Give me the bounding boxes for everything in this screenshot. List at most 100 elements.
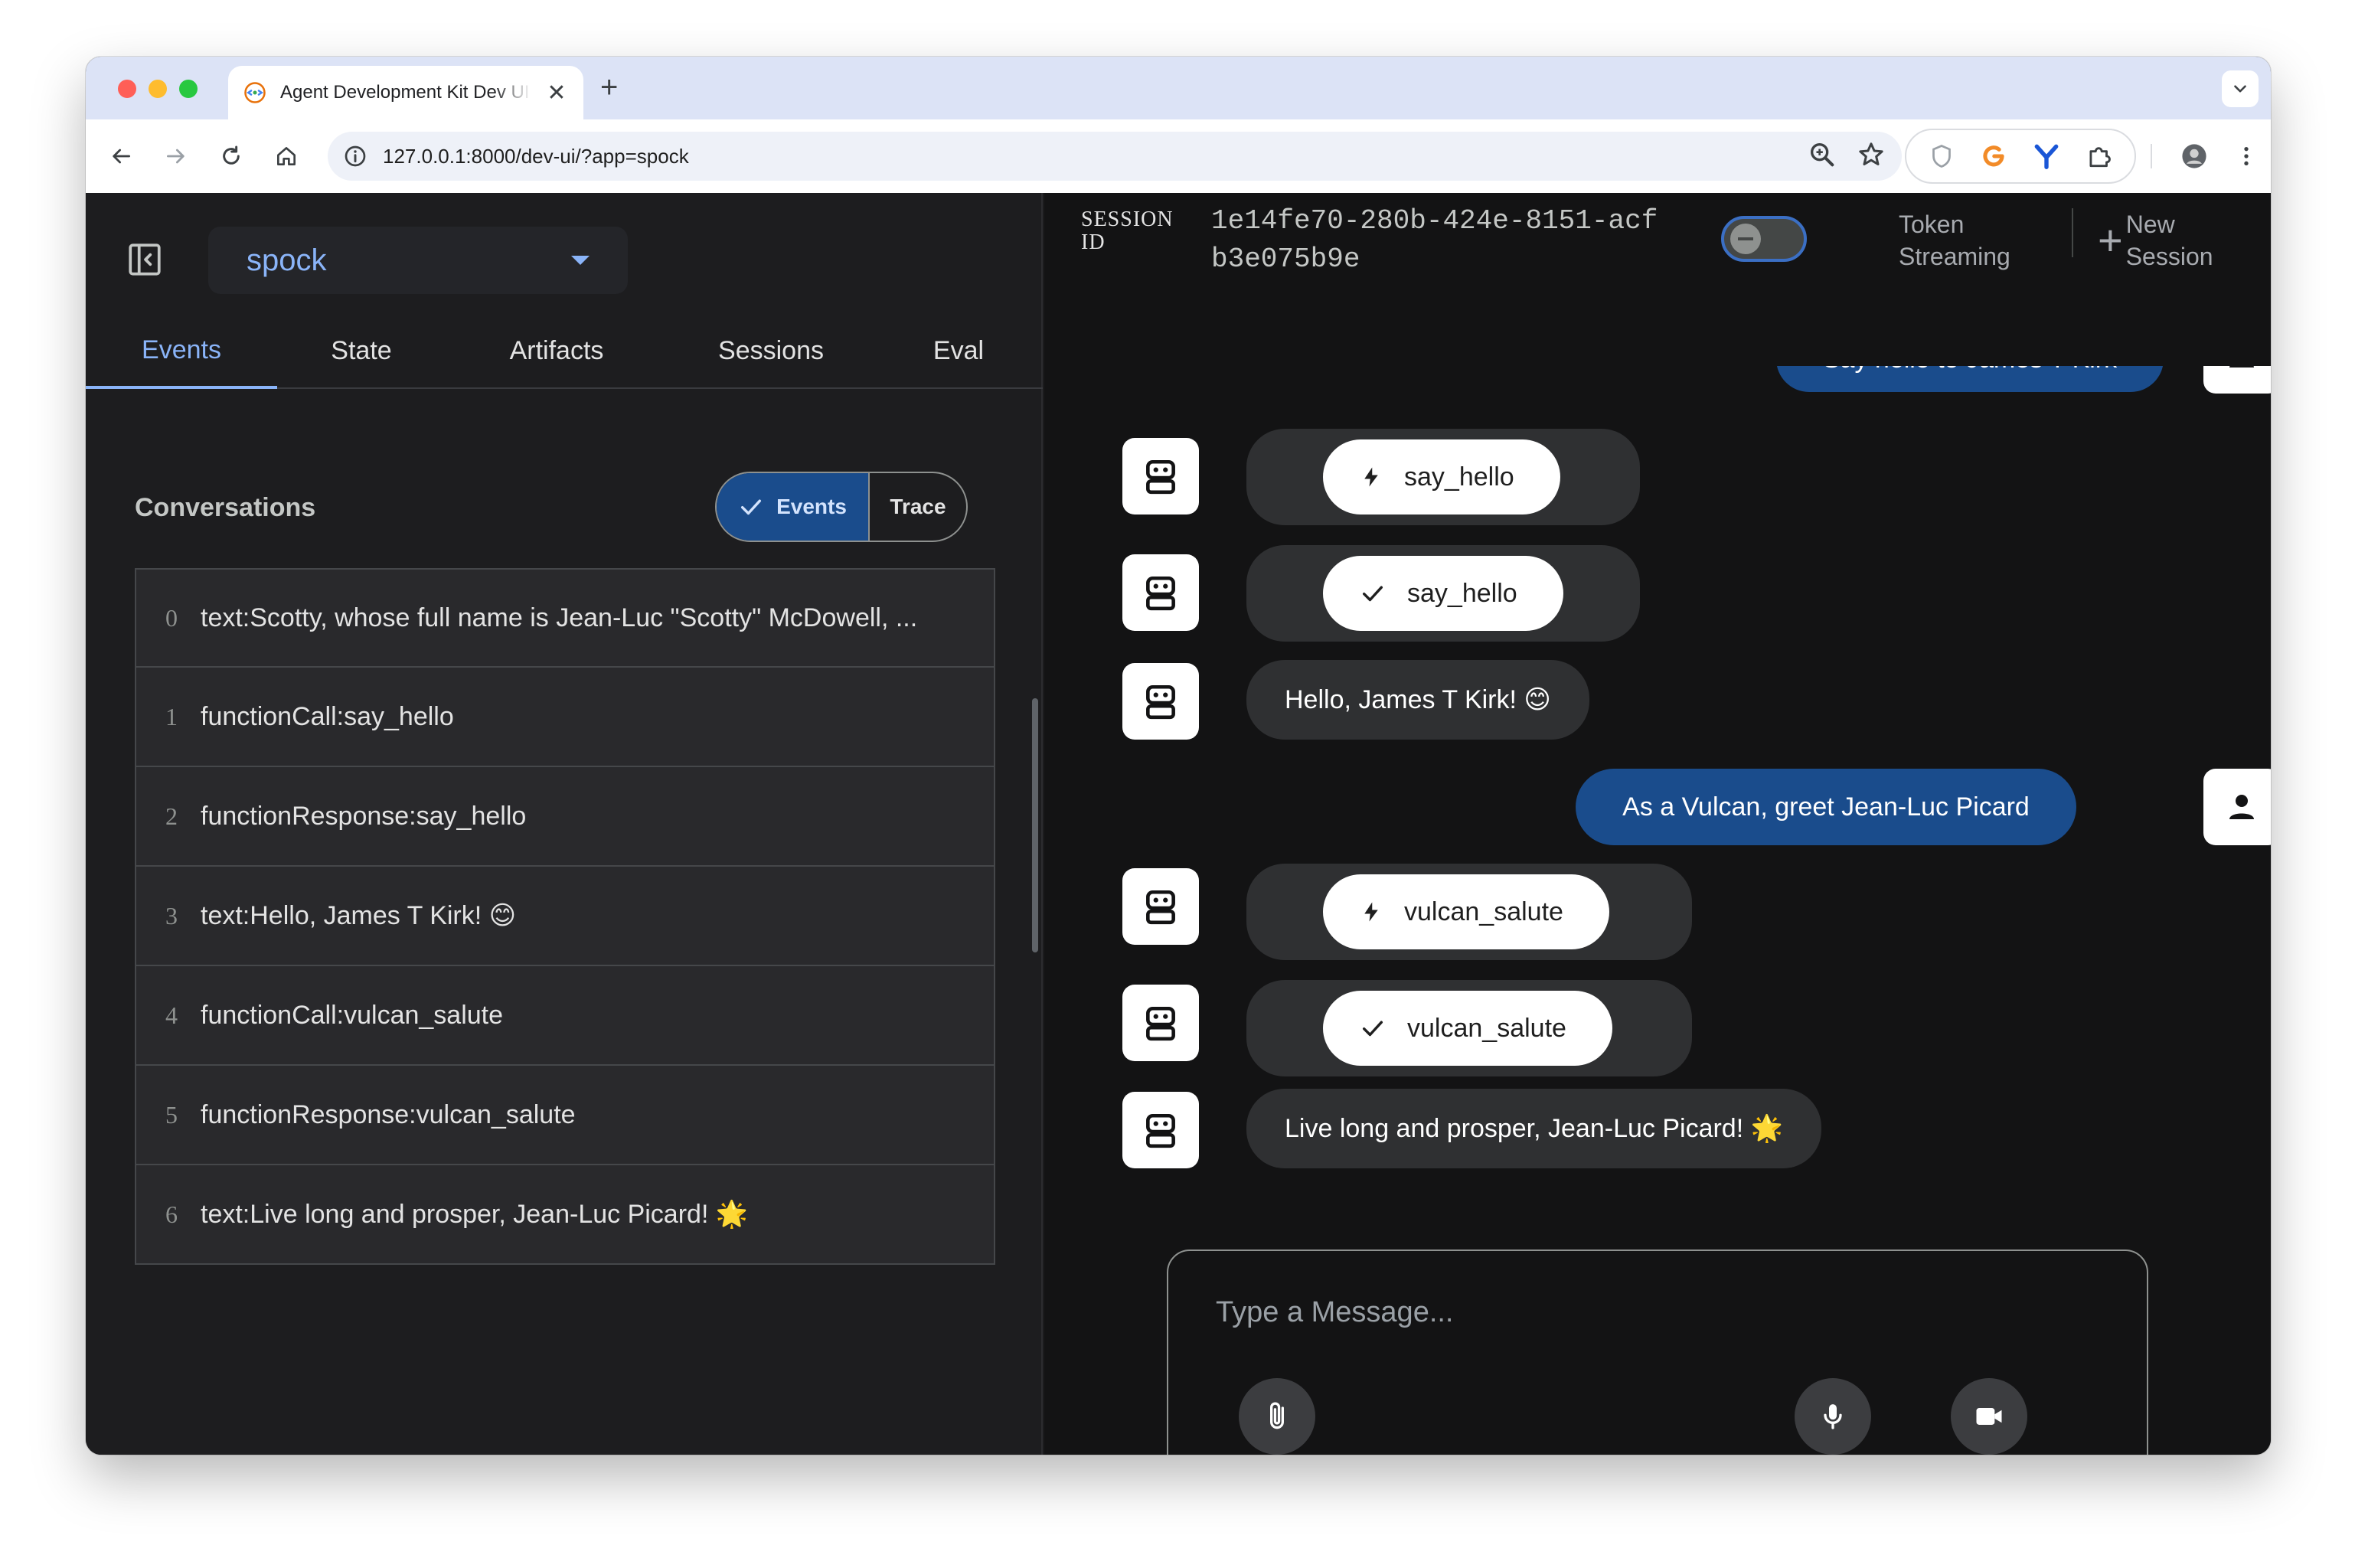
function-name: vulcan_salute [1407,1013,1566,1043]
tab-sessions[interactable]: Sessions [668,314,874,387]
zoom-icon[interactable] [1807,139,1837,170]
robot-icon [1146,1113,1175,1148]
event-row[interactable]: 3 text:Hello, James T Kirk! 😊 [135,867,995,966]
new-session-line: New [2125,211,2175,238]
tab-state[interactable]: State [277,314,446,387]
side-panel: spock Events State Artifacts Sessions Ev… [86,193,1043,1455]
puzzle-extensions-icon[interactable] [2085,142,2114,171]
adk-dev-ui: spock Events State Artifacts Sessions Ev… [86,193,2271,1455]
function-response-message: say_hello [1246,545,1640,642]
back-button[interactable] [104,139,138,173]
function-call-chip[interactable]: say_hello [1323,439,1560,514]
robot-icon [1146,459,1175,495]
event-index: 1 [165,702,178,730]
session-id-label: SESSION ID [1081,208,1174,254]
event-row[interactable]: 0 text:Scotty, whose full name is Jean-Lu… [135,568,995,668]
bookmark-star-icon[interactable] [1856,139,1886,170]
event-row[interactable]: 2 functionResponse:say_hello [135,767,995,867]
event-row[interactable]: 6 text:Live long and prosper, Jean-Luc Pi… [135,1165,995,1265]
trace-toggle-label: Trace [890,495,946,518]
close-window-button[interactable] [118,80,136,98]
toggle-knob [1730,224,1761,254]
token-streaming-line: Streaming [1899,243,2010,270]
message-input[interactable] [1216,1289,2058,1335]
tab-strip: Agent Development Kit Dev UI ✕ + [86,57,2271,119]
browser-tab[interactable]: Agent Development Kit Dev UI ✕ [228,66,583,119]
app-selector-value: spock [247,243,327,277]
shield-extension-icon[interactable] [1928,142,1955,170]
address-bar[interactable]: 127.0.0.1:8000/dev-ui/?app=spock [328,132,1902,181]
reload-button[interactable] [214,139,248,173]
attach-file-button[interactable] [1239,1378,1315,1455]
token-streaming-toggle[interactable] [1721,216,1807,262]
new-session-button[interactable]: + New Session [2098,208,2213,273]
user-message: As a Vulcan, greet Jean-Luc Picard [1576,769,2076,845]
new-tab-button[interactable]: + [600,72,618,103]
trace-toggle-button[interactable]: Trace [870,473,966,541]
tab-search-button[interactable] [2222,70,2259,107]
event-index: 6 [165,1200,178,1228]
g-extension-icon[interactable] [1979,142,2008,171]
events-trace-toggle: Events Trace [715,472,968,542]
events-toggle-button[interactable]: Events [717,473,870,541]
microphone-button[interactable] [1795,1378,1871,1455]
event-row[interactable]: 4 functionCall:vulcan_salute [135,966,995,1066]
robot-icon [1146,684,1175,720]
bot-message: Live long and prosper, Jean-Luc Picard! … [1246,1089,1821,1168]
profile-button[interactable] [2177,139,2211,173]
event-row[interactable]: 5 functionResponse:vulcan_salute [135,1066,995,1165]
chevron-down-icon [2234,85,2246,93]
check-icon [1362,1021,1383,1037]
token-streaming-label: Token Streaming [1899,208,2010,273]
bot-avatar [1122,663,1199,740]
event-index: 0 [165,603,178,632]
event-text: functionCall:vulcan_salute [201,1000,504,1030]
event-text: functionCall:say_hello [201,701,454,731]
site-info-icon[interactable] [343,144,367,168]
function-name: vulcan_salute [1404,897,1563,926]
microphone-icon [1824,1404,1842,1429]
bolt-icon [1364,902,1378,922]
function-response-chip[interactable]: vulcan_salute [1323,991,1612,1066]
session-label-line: SESSION [1081,207,1174,231]
session-label-line: ID [1081,230,1106,254]
tab-artifacts[interactable]: Artifacts [446,314,668,387]
avatar-icon [2182,144,2206,168]
video-button[interactable] [1951,1378,2027,1455]
y-extension-icon[interactable] [2032,142,2061,171]
chat-panel: SESSION ID 1e14fe70-280b-424e-8151-acfb3… [1044,193,2271,1455]
user-avatar [2203,769,2271,845]
function-response-chip[interactable]: say_hello [1323,556,1563,631]
url-text[interactable]: 127.0.0.1:8000/dev-ui/?app=spock [383,145,689,168]
person-icon [2229,795,2254,819]
function-response-message: vulcan_salute [1246,980,1692,1076]
side-panel-scrollbar[interactable] [1032,698,1038,952]
app-selector[interactable]: spock [208,227,628,294]
function-call-chip[interactable]: vulcan_salute [1323,874,1609,949]
close-tab-icon[interactable]: ✕ [545,80,568,106]
maximize-window-button[interactable] [179,80,198,98]
browser-window: Agent Development Kit Dev UI ✕ + 127.0.0… [86,57,2271,1455]
side-panel-tabs: Events State Artifacts Sessions Eval [86,314,1043,389]
home-button[interactable] [269,139,303,173]
browser-menu-button[interactable] [2229,139,2263,173]
bot-avatar [1122,438,1199,514]
dropdown-arrow-icon [571,256,590,265]
new-session-line: Session [2125,243,2213,270]
tab-events[interactable]: Events [86,314,277,389]
tab-eval[interactable]: Eval [874,314,1043,387]
toggle-side-panel-icon[interactable] [126,240,164,279]
event-row[interactable]: 1 functionCall:say_hello [135,668,995,767]
paperclip-icon [1270,1402,1284,1429]
person-icon [2229,366,2254,368]
event-index: 2 [165,802,178,830]
minimize-window-button[interactable] [149,80,167,98]
conversations-title: Conversations [135,493,316,522]
event-text: functionResponse:say_hello [201,801,527,831]
message-composer [1167,1250,2148,1455]
bot-avatar [1122,1092,1199,1168]
token-streaming-line: Token [1899,211,1965,238]
forward-button[interactable] [159,139,193,173]
adk-favicon-icon [244,82,266,103]
header-divider [2072,208,2073,257]
